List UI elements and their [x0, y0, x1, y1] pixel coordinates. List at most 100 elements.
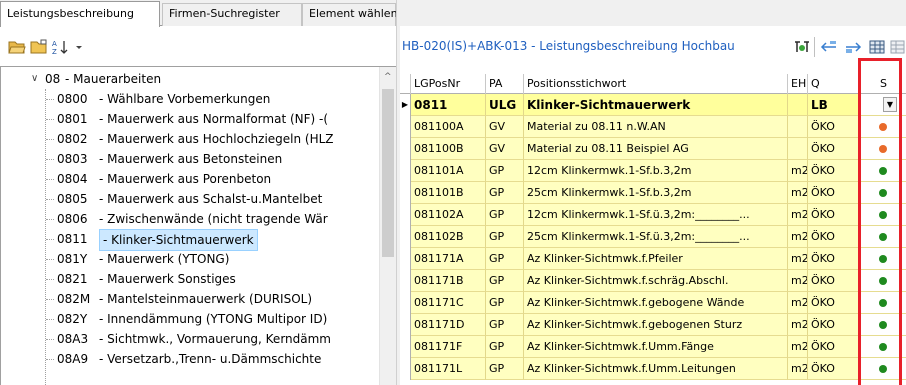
- tab-leistungsbeschreibung[interactable]: Leistungsbeschreibung: [0, 1, 160, 27]
- cell-eh[interactable]: m2: [788, 314, 808, 336]
- cell-text[interactable]: Az Klinker-Sichtmwk.f.Pfeiler: [524, 248, 788, 270]
- tree-scrollbar[interactable]: ^: [379, 67, 396, 385]
- table-row[interactable]: 081171F GP Az Klinker-Sichtmwk.f.Umm.Fänge…: [400, 336, 906, 358]
- cell-q[interactable]: ÖKO: [808, 226, 861, 248]
- cell-s[interactable]: [861, 292, 906, 314]
- scrollbar-thumb[interactable]: [382, 89, 394, 257]
- table-row[interactable]: 081101B GP 25cm Klinkermwk.1-Sf.b.3,2m m2 ÖK…: [400, 182, 906, 204]
- cell-s[interactable]: [861, 160, 906, 182]
- cell-s[interactable]: [861, 138, 906, 160]
- row-indicator[interactable]: [400, 182, 411, 204]
- row-indicator[interactable]: ▶: [400, 94, 411, 116]
- cell-q[interactable]: ÖKO: [808, 204, 861, 226]
- cell-pa[interactable]: GV: [486, 116, 524, 138]
- cell-eh[interactable]: m2: [788, 336, 808, 358]
- sort-az-icon[interactable]: A Z: [52, 39, 70, 55]
- cell-eh[interactable]: [788, 94, 808, 116]
- col-header-pa[interactable]: PA: [486, 74, 524, 94]
- cell-pa[interactable]: GP: [486, 182, 524, 204]
- cell-nr[interactable]: 081171D: [411, 314, 486, 336]
- table-row[interactable]: 081171B GP Az Klinker-Sichtmwk.f.schräg.Ab…: [400, 270, 906, 292]
- cell-s[interactable]: [861, 314, 906, 336]
- row-indicator[interactable]: [400, 358, 411, 380]
- cell-pa[interactable]: GP: [486, 160, 524, 182]
- cell-nr[interactable]: 081171B: [411, 270, 486, 292]
- cell-s[interactable]: [861, 226, 906, 248]
- cell-eh[interactable]: m2: [788, 182, 808, 204]
- cell-q[interactable]: ÖKO: [808, 182, 861, 204]
- cell-pa[interactable]: GV: [486, 138, 524, 160]
- cell-eh[interactable]: [788, 116, 808, 138]
- cell-s[interactable]: ▼: [861, 94, 906, 116]
- cell-s[interactable]: [861, 248, 906, 270]
- table-row[interactable]: 081171C GP Az Klinker-Sichtmwk.f.gebogene …: [400, 292, 906, 314]
- cell-text[interactable]: Klinker-Sichtmauerwerk: [524, 94, 788, 116]
- row-indicator[interactable]: [400, 226, 411, 248]
- cell-text[interactable]: Az Klinker-Sichtmwk.f.gebogenen Sturz: [524, 314, 788, 336]
- cell-pa[interactable]: GP: [486, 292, 524, 314]
- cell-s[interactable]: [861, 182, 906, 204]
- cell-s[interactable]: [861, 116, 906, 138]
- chevron-down-icon[interactable]: ∨: [31, 69, 38, 89]
- row-indicator[interactable]: [400, 292, 411, 314]
- scroll-up-icon[interactable]: ^: [384, 72, 392, 82]
- dropdown-arrow-icon[interactable]: [74, 39, 84, 55]
- cell-q[interactable]: ÖKO: [808, 314, 861, 336]
- table-row[interactable]: 081102B GP 25cm Klinkermwk.1-Sf.ü.3,2m:___…: [400, 226, 906, 248]
- cell-nr[interactable]: 081101B: [411, 182, 486, 204]
- cell-text[interactable]: 12cm Klinkermwk.1-Sf.ü.3,2m:________...: [524, 204, 788, 226]
- cell-s[interactable]: [861, 336, 906, 358]
- cell-s[interactable]: [861, 270, 906, 292]
- cell-text[interactable]: Material zu 08.11 Beispiel AG: [524, 138, 788, 160]
- cell-nr[interactable]: 081171C: [411, 292, 486, 314]
- cell-text[interactable]: Az Klinker-Sichtmwk.f.Umm.Fänge: [524, 336, 788, 358]
- cell-nr[interactable]: 0811: [411, 94, 486, 116]
- cell-nr[interactable]: 081171A: [411, 248, 486, 270]
- col-header-eh[interactable]: EH: [788, 74, 808, 94]
- tab-firmen-suchregister[interactable]: Firmen-Suchregister: [162, 3, 302, 26]
- cell-pa[interactable]: GP: [486, 336, 524, 358]
- folder-icon[interactable]: [30, 39, 48, 55]
- cell-text[interactable]: Az Klinker-Sichtmwk.f.gebogene Wände: [524, 292, 788, 314]
- row-indicator[interactable]: [400, 314, 411, 336]
- cell-pa[interactable]: GP: [486, 314, 524, 336]
- cell-text[interactable]: Material zu 08.11 n.W.AN: [524, 116, 788, 138]
- cell-pa[interactable]: GP: [486, 204, 524, 226]
- cell-pa[interactable]: GP: [486, 358, 524, 380]
- col-header-lgposnr[interactable]: LGPosNr: [411, 74, 486, 94]
- cell-text[interactable]: 12cm Klinkermwk.1-Sf.b.3,2m: [524, 160, 788, 182]
- move-left-icon[interactable]: [820, 39, 838, 55]
- cell-nr[interactable]: 081102A: [411, 204, 486, 226]
- cell-pa[interactable]: GP: [486, 248, 524, 270]
- cell-text[interactable]: Az Klinker-Sichtmwk.f.schräg.Abschl.: [524, 270, 788, 292]
- row-indicator[interactable]: [400, 336, 411, 358]
- col-header-q[interactable]: Q: [808, 74, 861, 94]
- col-header-s[interactable]: S: [861, 74, 906, 94]
- cell-text[interactable]: 25cm Klinkermwk.1-Sf.ü.3,2m:________...: [524, 226, 788, 248]
- status-dropdown-button[interactable]: ▼: [883, 97, 897, 112]
- table-row[interactable]: 081100B GV Material zu 08.11 Beispiel AG ÖK…: [400, 138, 906, 160]
- row-indicator[interactable]: [400, 160, 411, 182]
- row-indicator[interactable]: [400, 248, 411, 270]
- cell-nr[interactable]: 081101A: [411, 160, 486, 182]
- cell-q[interactable]: ÖKO: [808, 138, 861, 160]
- col-header-positionsstichwort[interactable]: Positionsstichwort: [524, 74, 788, 94]
- table-row[interactable]: 081171L GP Az Klinker-Sichtmwk.f.Umm.Leitu…: [400, 358, 906, 380]
- cell-eh[interactable]: m2: [788, 248, 808, 270]
- cell-nr[interactable]: 081171L: [411, 358, 486, 380]
- table-row[interactable]: 081100A GV Material zu 08.11 n.W.AN ÖKO: [400, 116, 906, 138]
- grid-disabled-icon[interactable]: [890, 39, 906, 55]
- cell-eh[interactable]: m2: [788, 270, 808, 292]
- cell-s[interactable]: [861, 204, 906, 226]
- open-folder-icon[interactable]: [8, 39, 26, 55]
- table-row[interactable]: ▶ 0811 ULG Klinker-Sichtmauerwerk LB ▼: [400, 94, 906, 116]
- cell-pa[interactable]: GP: [486, 226, 524, 248]
- row-indicator[interactable]: [400, 138, 411, 160]
- table-row[interactable]: 081101A GP 12cm Klinkermwk.1-Sf.b.3,2m m2 ÖK…: [400, 160, 906, 182]
- table-row[interactable]: 081171A GP Az Klinker-Sichtmwk.f.Pfeiler m2…: [400, 248, 906, 270]
- move-right-icon[interactable]: [844, 39, 862, 55]
- table-row[interactable]: 081171D GP Az Klinker-Sichtmwk.f.gebogenen…: [400, 314, 906, 336]
- cell-q[interactable]: ÖKO: [808, 160, 861, 182]
- cell-nr[interactable]: 081100B: [411, 138, 486, 160]
- cell-q[interactable]: ÖKO: [808, 116, 861, 138]
